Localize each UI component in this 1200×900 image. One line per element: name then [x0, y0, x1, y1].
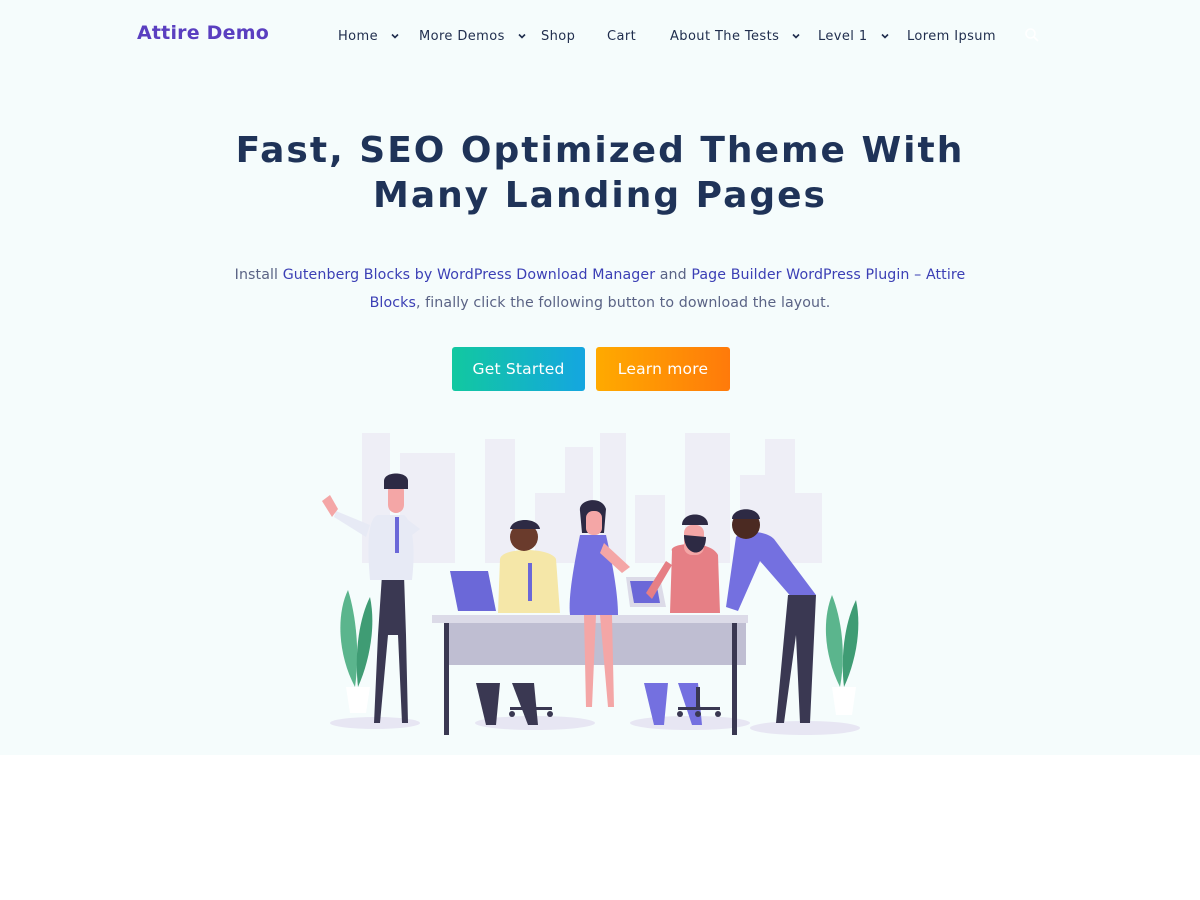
site-logo[interactable]: Attire Demo [137, 22, 269, 44]
chevron-down-icon [518, 33, 526, 39]
chevron-down-icon [792, 33, 800, 39]
nav-item-label: Shop [541, 28, 576, 44]
intro-text: , finally click the following button to … [415, 294, 831, 311]
nav-item-about-the-tests[interactable]: About The Tests [670, 26, 801, 46]
nav-item-lorem-ipsum[interactable]: Lorem Ipsum [907, 26, 996, 46]
nav-item-cart[interactable]: Cart [607, 26, 636, 46]
plant-left [340, 590, 373, 713]
plant-right [825, 595, 859, 715]
hero-headline: Fast, SEO Optimized Theme With Many Land… [200, 128, 1000, 218]
intro-text: Install [234, 267, 283, 283]
nav-item-more-demos[interactable]: More Demos [419, 26, 527, 46]
team-meeting-illustration [322, 433, 860, 735]
nav-item-shop[interactable]: Shop [541, 26, 575, 46]
nav-item-label: Level 1 [818, 28, 868, 44]
hero-headline-line-1: Fast, SEO Optimized Theme With [235, 130, 965, 171]
hero-section: Attire Demo Home More Demos Shop Cart Ab… [0, 0, 1200, 755]
nav-item-label: About The Tests [670, 28, 780, 44]
nav-item-home[interactable]: Home [338, 26, 400, 46]
nav-item-label: More Demos [419, 28, 505, 44]
nav-item-label: Home [338, 28, 378, 44]
get-started-button[interactable]: Get Started [452, 347, 585, 391]
learn-more-button[interactable]: Learn more [596, 347, 730, 391]
nav-item-label: Lorem Ipsum [907, 28, 996, 44]
intro-text: and [655, 267, 692, 283]
hero-headline-line-2: Many Landing Pages [373, 175, 827, 216]
gutenberg-blocks-link[interactable]: Gutenberg Blocks by WordPress Download M… [283, 267, 655, 283]
chevron-down-icon [880, 33, 889, 39]
nav-item-level-1[interactable]: Level 1 [818, 26, 890, 46]
search-icon[interactable] [1024, 27, 1040, 43]
hero-intro: Install Gutenberg Blocks by WordPress Do… [230, 262, 970, 317]
chevron-down-icon [391, 33, 399, 39]
nav-item-label: Cart [607, 28, 637, 44]
